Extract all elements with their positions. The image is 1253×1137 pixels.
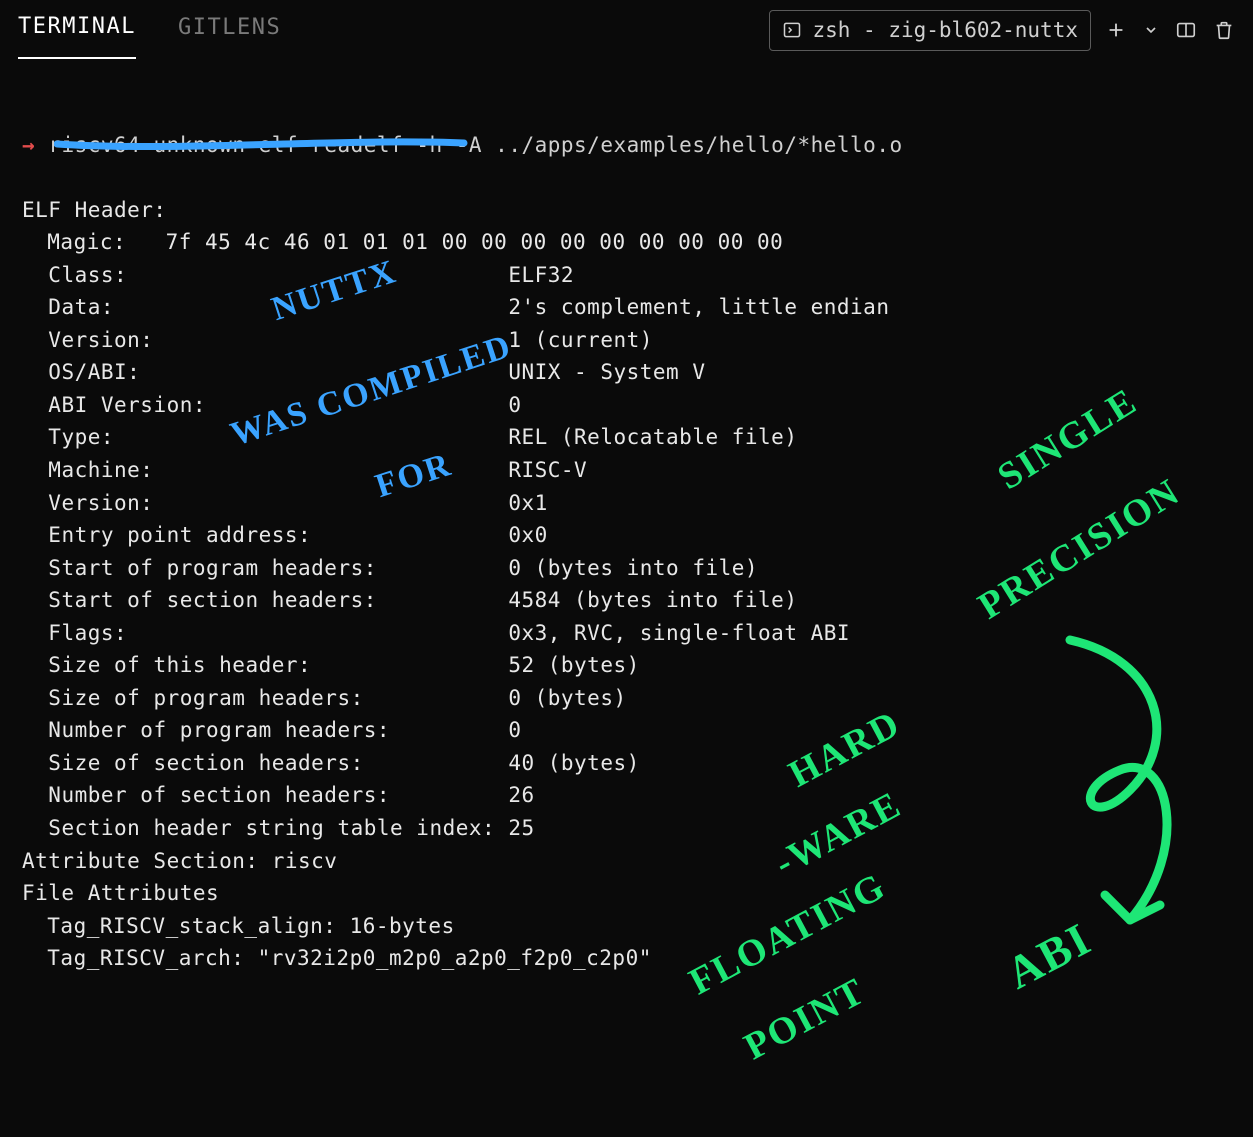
elf-key: Version: xyxy=(48,324,153,357)
magic-value: 7f 45 4c 46 01 01 01 00 00 00 00 00 00 0… xyxy=(166,230,784,254)
elf-key: Class: xyxy=(48,259,127,292)
elf-key: Type: xyxy=(48,421,114,454)
elf-val: 52 (bytes) xyxy=(508,649,639,682)
elf-val: 0 xyxy=(508,389,521,422)
tab-bar: TERMINAL GITLENS zsh - zig-bl602-nuttx xyxy=(0,0,1253,56)
chevron-down-icon[interactable] xyxy=(1143,22,1159,38)
elf-key: Version: xyxy=(48,487,153,520)
attr-section: Attribute Section: riscv xyxy=(22,849,337,873)
elf-key: Start of program headers: xyxy=(48,552,377,585)
elf-val: 0 xyxy=(508,714,521,747)
elf-val: RISC-V xyxy=(508,454,587,487)
elf-key: Number of section headers: xyxy=(48,779,390,812)
terminal-box-icon xyxy=(782,20,802,40)
elf-key: Number of program headers: xyxy=(48,714,390,747)
elf-val: 40 (bytes) xyxy=(508,747,639,780)
magic-label: Magic: xyxy=(47,230,126,254)
shell-selector[interactable]: zsh - zig-bl602-nuttx xyxy=(769,10,1091,51)
elf-val: ELF32 xyxy=(508,259,574,292)
elf-val: 0x3, RVC, single-float ABI xyxy=(508,617,850,650)
elf-val: 2's complement, little endian xyxy=(508,291,889,324)
tab-gitlens[interactable]: GITLENS xyxy=(178,3,281,57)
tag-arch: Tag_RISCV_arch: "rv32i2p0_m2p0_a2p0_f2p0… xyxy=(22,946,652,970)
elf-key: Size of this header: xyxy=(48,649,311,682)
elf-key: Entry point address: xyxy=(48,519,311,552)
elf-val: 1 (current) xyxy=(508,324,653,357)
file-attributes: File Attributes xyxy=(22,881,219,905)
elf-val: 25 xyxy=(508,812,534,845)
elf-val: REL (Relocatable file) xyxy=(508,421,797,454)
tab-terminal[interactable]: TERMINAL xyxy=(18,2,136,58)
elf-val: 26 xyxy=(508,779,534,812)
elf-val: 0 (bytes into file) xyxy=(508,552,758,585)
elf-key: Flags: xyxy=(48,617,127,650)
elf-key: ABI Version: xyxy=(48,389,206,422)
prompt-arrow: → xyxy=(22,133,35,157)
elf-key: Machine: xyxy=(48,454,153,487)
elf-val: 4584 (bytes into file) xyxy=(508,584,797,617)
new-terminal-icon[interactable] xyxy=(1105,19,1127,41)
shell-label: zsh - zig-bl602-nuttx xyxy=(812,14,1078,47)
split-panel-icon[interactable] xyxy=(1175,19,1197,41)
elf-val: 0x1 xyxy=(508,487,547,520)
elf-key: Start of section headers: xyxy=(48,584,377,617)
elf-key: Size of section headers: xyxy=(48,747,363,780)
elf-val: UNIX - System V xyxy=(508,356,705,389)
terminal-output[interactable]: → riscv64-unknown-elf-readelf -h -A ../a… xyxy=(0,56,1253,985)
elf-key: Size of program headers: xyxy=(48,682,363,715)
elf-key: OS/ABI: xyxy=(48,356,140,389)
elf-key: Data: xyxy=(48,291,114,324)
tag-stack-align: Tag_RISCV_stack_align: 16-bytes xyxy=(22,914,455,938)
elf-val: 0 (bytes) xyxy=(508,682,626,715)
elf-val: 0x0 xyxy=(508,519,547,552)
elf-key: Section header string table index: xyxy=(48,812,495,845)
trash-icon[interactable] xyxy=(1213,19,1235,41)
elf-header-title: ELF Header: xyxy=(22,198,167,222)
command-line: riscv64-unknown-elf-readelf -h -A ../app… xyxy=(48,133,902,157)
